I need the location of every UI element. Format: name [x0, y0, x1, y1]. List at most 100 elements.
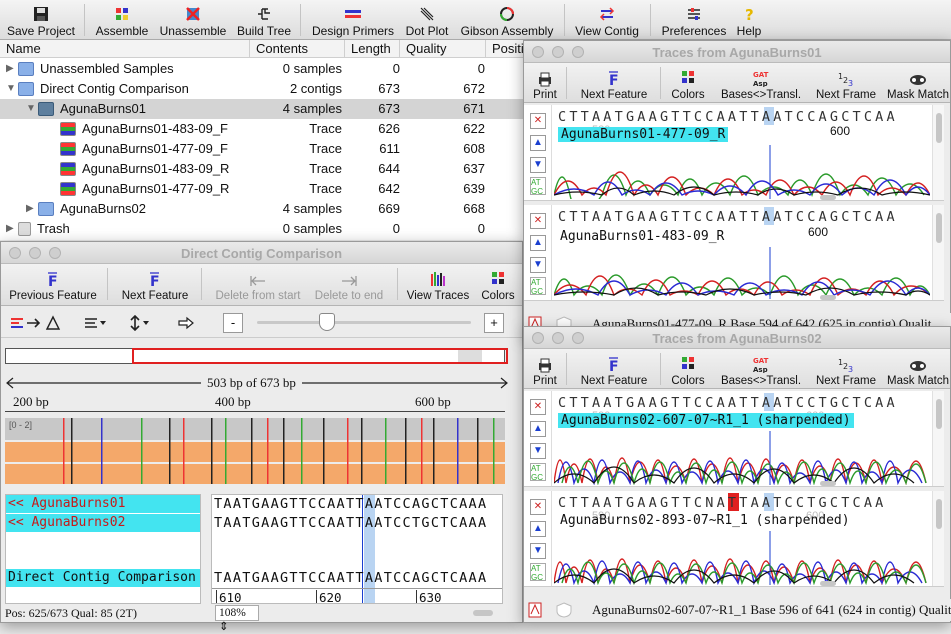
- scroll-thumb[interactable]: [936, 113, 942, 143]
- column-contents[interactable]: Contents: [250, 40, 345, 57]
- horizontal-scroll-thumb[interactable]: [820, 295, 836, 300]
- trace-up-button[interactable]: ▲: [530, 235, 546, 251]
- zoom-slider[interactable]: [257, 321, 471, 324]
- design-primers-button[interactable]: Design Primers: [310, 2, 396, 38]
- trace-vscroll[interactable]: [932, 105, 944, 200]
- alignment-mode-icon[interactable]: [9, 315, 67, 331]
- trace-up-button[interactable]: ▲: [530, 135, 546, 151]
- gibson-assembly-button[interactable]: Gibson Assembly: [458, 2, 556, 38]
- trace-down-button[interactable]: ▼: [530, 543, 546, 559]
- bases-transl-button[interactable]: GAT Asp Bases<>Transl.: [716, 65, 806, 101]
- base-color-icon[interactable]: AT GC: [530, 177, 546, 196]
- horizontal-scroll-thumb[interactable]: [820, 581, 836, 586]
- column-name[interactable]: Name: [0, 40, 250, 57]
- horizontal-scroll-thumb[interactable]: [473, 610, 493, 616]
- alignment-row-name[interactable]: << AgunaBurns01: [6, 495, 200, 513]
- colors-label: Colors: [671, 89, 705, 101]
- overview-bar[interactable]: [5, 348, 508, 364]
- column-length[interactable]: Length: [345, 40, 400, 57]
- trace-up-button[interactable]: ▲: [530, 421, 546, 437]
- tree-row-trace[interactable]: AgunaBurns01-483-09_F Trace 626 622: [0, 119, 530, 139]
- zoom-out-button[interactable]: -: [223, 313, 243, 333]
- colors-button[interactable]: Colors: [668, 351, 708, 387]
- close-trace-button[interactable]: ✕: [530, 399, 546, 415]
- zoom-select[interactable]: 108% ⇕: [215, 605, 259, 633]
- next-feature-button[interactable]: F Next Feature: [576, 65, 652, 101]
- next-frame-button[interactable]: 123 Next Frame: [814, 351, 878, 387]
- tree-icon: [258, 8, 270, 20]
- delete-from-start-button[interactable]: Delete from start: [209, 266, 307, 302]
- base-color-icon[interactable]: AT GC: [530, 277, 546, 296]
- trace-vscroll[interactable]: [932, 391, 944, 486]
- tree-row-trace[interactable]: AgunaBurns01-477-09_R Trace 642 639: [0, 179, 530, 199]
- colors-button[interactable]: Colors: [477, 266, 519, 302]
- goto-arrow-icon[interactable]: [177, 316, 195, 330]
- trace-file-icon: [60, 162, 76, 176]
- assemble-button[interactable]: Assemble: [92, 2, 152, 38]
- height-menu-icon[interactable]: [129, 315, 153, 331]
- trace-vscroll[interactable]: [932, 491, 944, 586]
- collapse-triangle-icon[interactable]: ▼: [26, 99, 38, 119]
- build-tree-button[interactable]: Build Tree: [234, 2, 294, 38]
- tree-row-trace[interactable]: AgunaBurns01-483-09_R Trace 644 637: [0, 159, 530, 179]
- dot-plot-button[interactable]: Dot Plot: [402, 2, 452, 38]
- tree-row-trace[interactable]: AgunaBurns01-477-09_F Trace 611 608: [0, 139, 530, 159]
- next-feature-button[interactable]: F Next Feature: [576, 351, 652, 387]
- scroll-thumb[interactable]: [936, 213, 942, 243]
- expand-triangle-icon[interactable]: ▶: [6, 59, 18, 79]
- horizontal-scroll-thumb[interactable]: [820, 195, 836, 200]
- horizontal-scroll-thumb[interactable]: [820, 481, 836, 486]
- column-quality[interactable]: Quality: [400, 40, 486, 57]
- zoom-value: 108%: [219, 607, 246, 619]
- colors-button[interactable]: Colors: [668, 65, 708, 101]
- previous-feature-button[interactable]: F Previous Feature: [5, 266, 101, 302]
- trace-up-button[interactable]: ▲: [530, 521, 546, 537]
- zoom-in-button[interactable]: +: [484, 313, 504, 333]
- alignment-sequences[interactable]: TAATGAAGTTCCAATTAATCCAGCTCAAA TAATGAAGTT…: [211, 494, 503, 604]
- tree-row-agunaburns01[interactable]: ▼ AgunaBurns01 4 samples 673 671: [0, 99, 530, 119]
- expand-triangle-icon[interactable]: ▶: [6, 219, 18, 239]
- trace-panel[interactable]: ✕ ▲ ▼ AT GC CTTAATGAAGTTCCAATTAATCCAGCTCA…: [524, 105, 944, 201]
- close-trace-button[interactable]: ✕: [530, 113, 546, 129]
- mask-match-button[interactable]: Mask Match: [886, 351, 950, 387]
- overview-selection[interactable]: [132, 348, 508, 364]
- trace-panel[interactable]: ✕ ▲ ▼ AT GC CTTAATGAAGTTCCAATTAATCCTGCTCA…: [524, 391, 944, 487]
- close-trace-button[interactable]: ✕: [530, 213, 546, 229]
- alignment-row-name[interactable]: << AgunaBurns02: [6, 514, 200, 532]
- zoom-slider-thumb[interactable]: [319, 313, 335, 331]
- base-color-icon[interactable]: AT GC: [530, 463, 546, 482]
- next-feature-button[interactable]: F Next Feature: [115, 266, 195, 302]
- view-traces-button[interactable]: View Traces: [403, 266, 473, 302]
- previous-feature-icon: F: [48, 272, 58, 288]
- view-contig-button[interactable]: View Contig: [572, 2, 642, 38]
- close-trace-button[interactable]: ✕: [530, 499, 546, 515]
- trace-panel[interactable]: ✕ ▲ ▼ AT GC CTTAATGAAGTTCCAATTAATCCAGCTCA…: [524, 205, 944, 301]
- trace-vscroll[interactable]: [932, 205, 944, 300]
- print-button[interactable]: Print: [528, 351, 562, 387]
- base-color-icon[interactable]: AT GC: [530, 563, 546, 582]
- expand-triangle-icon[interactable]: ▶: [26, 199, 38, 219]
- mask-match-button[interactable]: Mask Match: [886, 65, 950, 101]
- scroll-thumb[interactable]: [936, 399, 942, 429]
- trace-down-button[interactable]: ▼: [530, 157, 546, 173]
- trace-down-button[interactable]: ▼: [530, 443, 546, 459]
- delete-to-end-button[interactable]: Delete to end: [311, 266, 387, 302]
- save-project-button[interactable]: Save Project: [6, 2, 76, 38]
- trace-panel[interactable]: ✕ ▲ ▼ AT GC CTTAATGAAGTTCNATTAATCCTGCTCAA…: [524, 491, 944, 587]
- tree-row-direct-contig-comparison[interactable]: ▼ Direct Contig Comparison 2 contigs 673 67…: [0, 79, 530, 99]
- tree-row-agunaburns02[interactable]: ▶ AgunaBurns02 4 samples 669 668: [0, 199, 530, 219]
- next-frame-button[interactable]: 123 Next Frame: [814, 65, 878, 101]
- scroll-thumb[interactable]: [936, 499, 942, 529]
- tree-row-unassembled[interactable]: ▶ Unassembled Samples 0 samples 0 0: [0, 59, 530, 79]
- preferences-button[interactable]: Preferences: [658, 2, 730, 38]
- help-button[interactable]: ? Help: [734, 2, 764, 38]
- previous-feature-label: Previous Feature: [9, 290, 97, 302]
- rows-menu-icon[interactable]: [83, 315, 107, 331]
- trace-down-button[interactable]: ▼: [530, 257, 546, 273]
- alignment-row-name[interactable]: Direct Contig Comparison: [6, 569, 200, 587]
- print-button[interactable]: Print: [528, 65, 562, 101]
- unassemble-button[interactable]: Unassemble: [158, 2, 228, 38]
- collapse-triangle-icon[interactable]: ▼: [6, 79, 18, 99]
- bases-transl-button[interactable]: GAT Asp Bases<>Transl.: [716, 351, 806, 387]
- tree-row-trash[interactable]: ▶ Trash 0 samples 0 0: [0, 219, 530, 239]
